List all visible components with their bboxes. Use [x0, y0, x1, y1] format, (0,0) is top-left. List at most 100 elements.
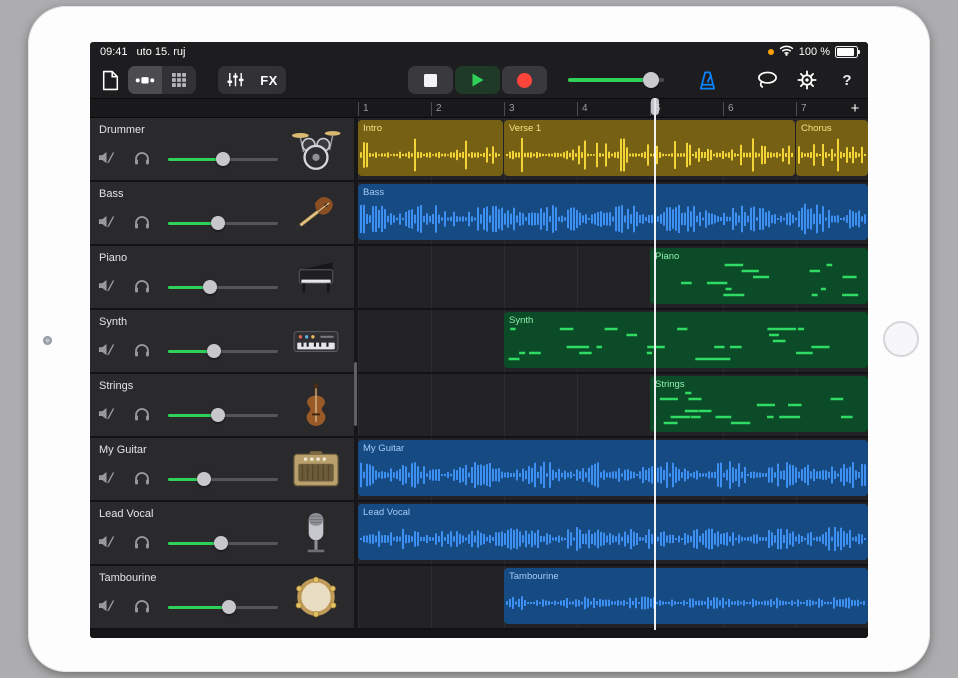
settings-button[interactable] — [794, 66, 820, 94]
headphones-solo-icon[interactable] — [134, 599, 150, 618]
region-label: Verse 1 — [509, 123, 541, 134]
grand-piano-icon[interactable] — [290, 253, 342, 301]
mixer-fx-segmented-control: FX — [218, 66, 286, 94]
track-row-piano: Piano Piano — [90, 246, 868, 310]
tambourine-icon[interactable] — [290, 573, 342, 621]
my-songs-button[interactable] — [98, 66, 122, 94]
microphone-icon[interactable] — [290, 509, 342, 557]
volume-slider[interactable] — [168, 536, 278, 550]
help-button[interactable]: ? — [834, 66, 860, 94]
mute-icon[interactable] — [98, 279, 115, 297]
slider-knob[interactable] — [643, 72, 659, 88]
master-volume-slider[interactable] — [568, 78, 664, 82]
track-lane[interactable]: Tambourine — [358, 566, 868, 628]
region-synth[interactable]: Synth — [504, 312, 868, 368]
mute-icon[interactable] — [98, 599, 115, 617]
mute-icon[interactable] — [98, 151, 115, 169]
volume-knob[interactable] — [211, 216, 225, 230]
bass-guitar-icon[interactable] — [290, 189, 342, 237]
fx-button[interactable]: FX — [252, 66, 286, 94]
headphones-solo-icon[interactable] — [134, 535, 150, 554]
track-header[interactable]: Piano — [90, 246, 354, 308]
track-controls-button[interactable] — [218, 66, 252, 94]
measure-ruler[interactable]: 1 2 3 4 5 6 7 + — [90, 98, 868, 118]
headphones-solo-icon[interactable] — [134, 215, 150, 234]
violin-icon[interactable] — [290, 381, 342, 429]
track-header[interactable]: Strings — [90, 374, 354, 436]
volume-knob[interactable] — [216, 152, 230, 166]
track-name: Drummer — [99, 124, 145, 136]
region-intro[interactable]: Intro — [358, 120, 503, 176]
record-button[interactable] — [502, 66, 547, 94]
metronome-button[interactable] — [694, 66, 720, 94]
region-strings[interactable]: Strings — [650, 376, 868, 432]
headphones-solo-icon[interactable] — [134, 279, 150, 298]
mute-icon[interactable] — [98, 535, 115, 553]
volume-knob[interactable] — [214, 536, 228, 550]
measure-label: 2 — [431, 102, 442, 116]
home-button[interactable] — [883, 321, 919, 357]
volume-slider[interactable] — [168, 408, 278, 422]
track-row-synth: Synth Synth — [90, 310, 868, 374]
live-loops-button[interactable] — [162, 66, 196, 94]
tracks-view-button[interactable] — [128, 66, 162, 94]
track-lane[interactable]: My Guitar — [358, 438, 868, 500]
mute-icon[interactable] — [98, 215, 115, 233]
playhead[interactable] — [654, 98, 656, 630]
volume-knob[interactable] — [203, 280, 217, 294]
headphones-solo-icon[interactable] — [134, 343, 150, 362]
volume-slider[interactable] — [168, 344, 278, 358]
track-header[interactable]: Lead Vocal — [90, 502, 354, 564]
track-header[interactable]: Drummer — [90, 118, 354, 180]
track-lane[interactable]: Lead Vocal — [358, 502, 868, 564]
track-lane[interactable]: Intro Verse 1 Chorus — [358, 118, 868, 180]
volume-slider[interactable] — [168, 152, 278, 166]
volume-slider[interactable] — [168, 472, 278, 486]
headphones-solo-icon[interactable] — [134, 407, 150, 426]
measure-label: 3 — [504, 102, 515, 116]
region-lead-vocal[interactable]: Lead Vocal — [358, 504, 868, 560]
stop-button[interactable] — [408, 66, 453, 94]
mixer-sliders-icon — [226, 72, 245, 87]
track-header[interactable]: Tambourine — [90, 566, 354, 628]
tracks-view-icon — [135, 74, 155, 87]
volume-slider[interactable] — [168, 280, 278, 294]
volume-slider[interactable] — [168, 600, 278, 614]
region-label: Chorus — [801, 123, 832, 134]
region-tambourine[interactable]: Tambourine — [504, 568, 868, 624]
track-header[interactable]: Synth — [90, 310, 354, 372]
headphones-solo-icon[interactable] — [134, 151, 150, 170]
play-icon — [471, 72, 485, 88]
drums-icon[interactable] — [290, 125, 342, 173]
mute-icon[interactable] — [98, 471, 115, 489]
track-header[interactable]: Bass — [90, 182, 354, 244]
track-lane[interactable]: Piano — [358, 246, 868, 308]
synthesizer-icon[interactable] — [290, 317, 342, 365]
loop-browser-button[interactable] — [754, 66, 780, 94]
volume-slider[interactable] — [168, 216, 278, 230]
play-button[interactable] — [455, 66, 500, 94]
mute-icon[interactable] — [98, 407, 115, 425]
volume-knob[interactable] — [222, 600, 236, 614]
track-lane[interactable]: Synth — [358, 310, 868, 372]
region-piano[interactable]: Piano — [650, 248, 868, 304]
guitar-amp-icon[interactable] — [290, 445, 342, 493]
add-measures-button[interactable]: + — [847, 100, 863, 117]
mute-icon[interactable] — [98, 343, 115, 361]
headphones-solo-icon[interactable] — [134, 471, 150, 490]
region-my-guitar[interactable]: My Guitar — [358, 440, 868, 496]
region-bass[interactable]: Bass — [358, 184, 868, 240]
track-header[interactable]: My Guitar — [90, 438, 354, 500]
volume-knob[interactable] — [211, 408, 225, 422]
track-lane[interactable]: Bass — [358, 182, 868, 244]
ipad-body: 09:41 uto 15. ruj 100 % — [28, 6, 930, 672]
track-name: Strings — [99, 380, 133, 392]
region-chorus[interactable]: Chorus — [796, 120, 868, 176]
playhead-handle[interactable] — [651, 98, 659, 115]
track-lane[interactable]: Strings — [358, 374, 868, 436]
volume-knob[interactable] — [207, 344, 221, 358]
volume-knob[interactable] — [197, 472, 211, 486]
vertical-scrollbar[interactable] — [354, 362, 357, 426]
grid-icon — [172, 73, 186, 87]
region-verse-1[interactable]: Verse 1 — [504, 120, 795, 176]
